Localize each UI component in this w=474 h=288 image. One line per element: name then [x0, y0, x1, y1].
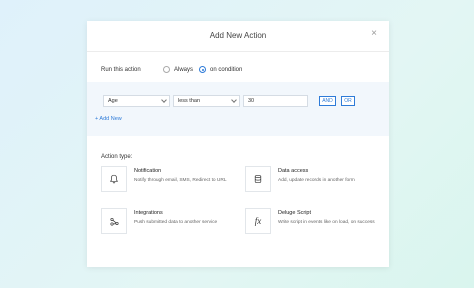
- card-title: Notification: [134, 168, 162, 174]
- fx-icon: fx: [245, 208, 271, 234]
- radio-always[interactable]: Always: [163, 66, 193, 73]
- action-card-integrations[interactable]: Integrations Push submitted data to anot…: [101, 208, 236, 238]
- chevron-down-icon: [231, 97, 237, 103]
- database-icon: [245, 166, 271, 192]
- chevron-down-icon: [161, 97, 167, 103]
- card-description: Push submitted data to another service: [134, 220, 218, 225]
- condition-panel: [87, 82, 389, 136]
- fx-glyph: fx: [254, 216, 262, 226]
- action-card-notification[interactable]: Notification Notify through email, SMS, …: [101, 166, 236, 196]
- and-button[interactable]: AND: [319, 96, 336, 106]
- add-new-action-dialog: Add New Action × Run this action Always …: [87, 21, 389, 267]
- action-card-data-access[interactable]: Data access Add, update records in anoth…: [245, 166, 380, 196]
- condition-value-text: 30: [248, 98, 255, 104]
- add-new-condition-link[interactable]: + Add New: [95, 116, 122, 122]
- card-description: Notify through email, SMS, Redirect to U…: [134, 178, 227, 183]
- run-this-action-label: Run this action: [101, 67, 141, 73]
- condition-operator-select[interactable]: less than: [173, 95, 240, 107]
- radio-on-condition-label: on condition: [210, 66, 243, 73]
- bell-icon: [101, 166, 127, 192]
- dialog-title: Add New Action: [209, 31, 267, 40]
- card-title: Deluge Script: [278, 210, 312, 216]
- close-icon[interactable]: ×: [371, 29, 377, 39]
- or-button[interactable]: OR: [341, 96, 355, 106]
- dialog-header: Add New Action ×: [87, 21, 389, 52]
- action-card-deluge-script[interactable]: fx Deluge Script Write script in events …: [245, 208, 380, 238]
- condition-operator-value: less than: [178, 98, 201, 104]
- radio-selected-icon: [199, 66, 206, 73]
- radio-circle-icon: [163, 66, 170, 73]
- card-description: Add, update records in another form: [278, 178, 355, 183]
- card-title: Data access: [278, 168, 309, 174]
- condition-value-input[interactable]: 30: [243, 95, 308, 107]
- card-title: Integrations: [134, 210, 163, 216]
- action-type-label: Action type:: [101, 154, 133, 160]
- radio-on-condition[interactable]: on condition: [199, 66, 242, 73]
- radio-always-label: Always: [174, 66, 194, 73]
- integration-icon: [101, 208, 127, 234]
- condition-field-value: Age: [108, 98, 118, 104]
- condition-field-select[interactable]: Age: [103, 95, 170, 107]
- card-description: Write script in events like on load, on …: [278, 220, 375, 225]
